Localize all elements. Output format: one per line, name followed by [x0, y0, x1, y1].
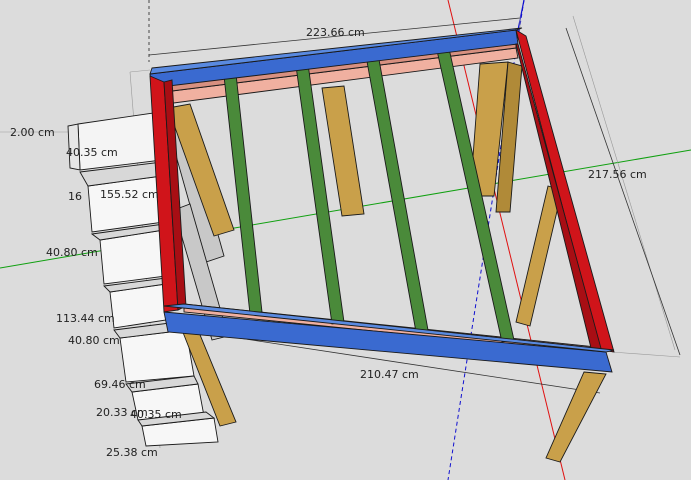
post-center-left	[321, 85, 365, 217]
dim-top-width: 223.66 cm	[306, 26, 365, 39]
dim-stair-7: 40.80 cm	[68, 334, 120, 347]
dim-stair-4: 155.52 cm	[100, 188, 159, 201]
joist-3	[365, 53, 429, 333]
dim-stair-5: 40.80 cm	[46, 246, 98, 259]
stair-step-5	[119, 329, 195, 383]
dim-bottom-width: 210.47 cm	[360, 368, 419, 381]
post-front-right	[545, 371, 607, 463]
dim-stair-3: 16	[68, 190, 82, 203]
dim-stair-10: 40.35 cm	[130, 408, 182, 421]
3d-scene[interactable]: 223.66 cm 217.56 cm 210.47 cm 2.00 cm 40…	[0, 0, 691, 480]
dim-stair-2: 40.35 cm	[66, 146, 118, 159]
dim-stair-11: 25.38 cm	[106, 446, 158, 459]
model-viewport[interactable]: 223.66 cm 217.56 cm 210.47 cm 2.00 cm 40…	[0, 0, 691, 480]
dim-stair-1: 2.00 cm	[10, 126, 55, 139]
joist-1	[223, 73, 263, 315]
dim-stair-6: 113.44 cm	[56, 312, 115, 325]
dim-stair-8: 69.46 cm	[94, 378, 146, 391]
stair-step-1	[77, 111, 163, 171]
post-right-diagonal	[515, 185, 563, 327]
dim-right-depth: 217.56 cm	[588, 168, 647, 181]
